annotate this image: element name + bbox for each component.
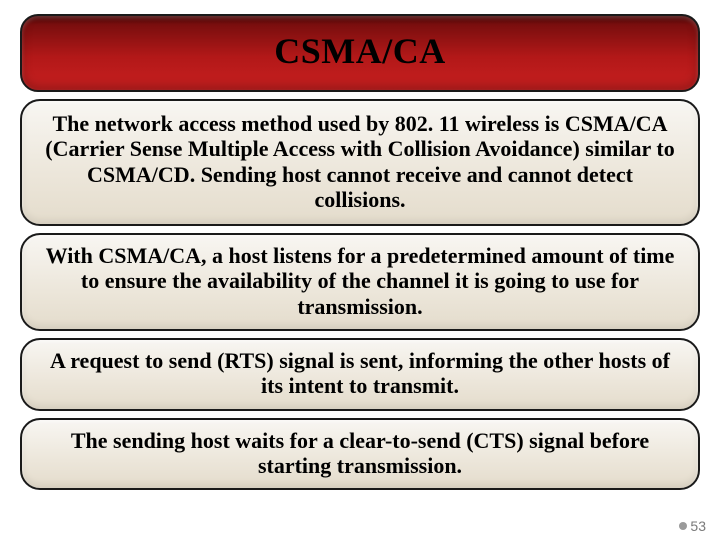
body-paragraph-2: With CSMA/CA, a host listens for a prede… <box>20 233 700 331</box>
title-box: CSMA/CA <box>20 14 700 92</box>
body-paragraph-3: A request to send (RTS) signal is sent, … <box>20 338 700 411</box>
body-paragraph-4: The sending host waits for a clear-to-se… <box>20 418 700 491</box>
page-number-text: 53 <box>690 518 706 534</box>
slide: CSMA/CA The network access method used b… <box>0 0 720 540</box>
slide-title: CSMA/CA <box>32 30 688 72</box>
page-number: 53 <box>679 518 706 534</box>
bullet-icon <box>679 522 687 530</box>
body-paragraph-1: The network access method used by 802. 1… <box>20 99 700 226</box>
